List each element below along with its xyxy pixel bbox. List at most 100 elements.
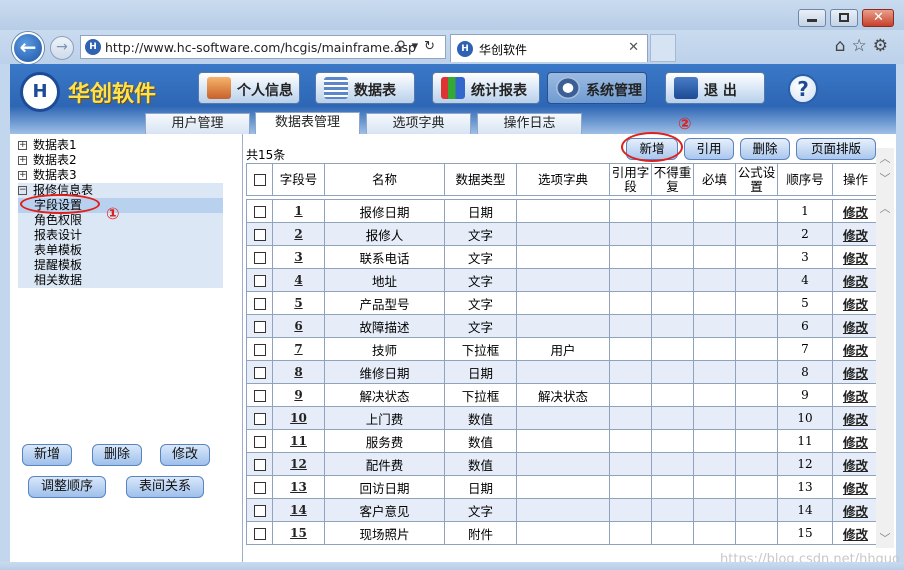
delete-field-button[interactable]: 删除 (740, 138, 790, 160)
row-checkbox-cell[interactable] (246, 406, 273, 430)
refresh-icon[interactable]: ↻ (424, 39, 441, 54)
row-checkbox[interactable] (253, 229, 266, 241)
edit-link[interactable]: 修改 (832, 475, 879, 499)
row-checkbox-cell[interactable] (246, 291, 273, 315)
home-icon[interactable]: ⌂ (835, 36, 852, 56)
tree-delete-button[interactable]: 删除 (92, 444, 142, 466)
row-checkbox-cell[interactable] (246, 383, 273, 407)
edit-link[interactable]: 修改 (832, 383, 879, 407)
cell-field-no[interactable]: 11 (272, 429, 325, 453)
row-checkbox-cell[interactable] (246, 314, 273, 338)
row-checkbox-cell[interactable] (246, 452, 273, 476)
table-row[interactable]: 10 上门费 数值 10 修改 (246, 406, 879, 430)
tree-node-table3[interactable]: + 数据表3 (18, 168, 223, 183)
minimize-button[interactable] (798, 9, 826, 27)
col-required[interactable]: 必填 (693, 163, 736, 196)
expand-icon[interactable]: + (18, 156, 27, 165)
table-row[interactable]: 1 报修日期 日期 1 修改 (246, 199, 879, 223)
table-row[interactable]: 7 技师 下拉框 用户 7 修改 (246, 337, 879, 361)
tab-table-management[interactable]: 数据表管理 (255, 112, 360, 134)
reference-field-button[interactable]: 引用 (684, 138, 734, 160)
row-checkbox-cell[interactable] (246, 268, 273, 292)
table-relations-button[interactable]: 表间关系 (126, 476, 204, 498)
address-bar[interactable]: H http://www.hc-software.com/hcgis/mainf… (80, 35, 446, 59)
nav-logout[interactable]: 退 出 (665, 72, 765, 104)
tab-option-dictionary[interactable]: 选项字典 (366, 113, 471, 134)
col-unique[interactable]: 不得重复 (651, 163, 694, 196)
col-ref-field[interactable]: 引用字段 (609, 163, 652, 196)
nav-system-management[interactable]: 系统管理 (547, 72, 647, 104)
edit-link[interactable]: 修改 (832, 452, 879, 476)
row-checkbox-cell[interactable] (246, 475, 273, 499)
row-checkbox[interactable] (253, 459, 266, 471)
maximize-button[interactable] (830, 9, 858, 27)
row-checkbox-cell[interactable] (246, 337, 273, 361)
row-checkbox[interactable] (253, 298, 266, 310)
cell-field-no[interactable]: 4 (272, 268, 325, 292)
scroll-up-icon[interactable]: ︿ (876, 200, 894, 218)
tree-item-report-design[interactable]: 报表设计 (18, 228, 223, 243)
table-row[interactable]: 13 回访日期 日期 13 修改 (246, 475, 879, 499)
search-icon[interactable]: ⚲ (396, 39, 412, 54)
row-checkbox[interactable] (253, 206, 266, 218)
table-row[interactable]: 3 联系电话 文字 3 修改 (246, 245, 879, 269)
row-checkbox[interactable] (253, 528, 266, 540)
cell-field-no[interactable]: 10 (272, 406, 325, 430)
scroll-down-icon[interactable]: ﹀ (876, 170, 894, 188)
row-checkbox-cell[interactable] (246, 521, 273, 545)
cell-field-no[interactable]: 15 (272, 521, 325, 545)
row-checkbox[interactable] (253, 390, 266, 402)
edit-link[interactable]: 修改 (832, 314, 879, 338)
table-row[interactable]: 5 产品型号 文字 5 修改 (246, 291, 879, 315)
row-checkbox[interactable] (253, 367, 266, 379)
table-row[interactable]: 14 客户意见 文字 14 修改 (246, 498, 879, 522)
table-row[interactable]: 2 报修人 文字 2 修改 (246, 222, 879, 246)
col-action[interactable]: 操作 (832, 163, 879, 196)
help-button[interactable]: ? (788, 74, 818, 104)
nav-statistics-reports[interactable]: 统计报表 (432, 72, 540, 104)
expand-icon[interactable]: + (18, 141, 27, 150)
cell-field-no[interactable]: 7 (272, 337, 325, 361)
row-checkbox-cell[interactable] (246, 199, 273, 223)
table-row[interactable]: 4 地址 文字 4 修改 (246, 268, 879, 292)
edit-link[interactable]: 修改 (832, 429, 879, 453)
cell-field-no[interactable]: 6 (272, 314, 325, 338)
vertical-scrollbar[interactable]: ︿ ﹀ ︿ ﹀ (876, 148, 894, 548)
cell-field-no[interactable]: 8 (272, 360, 325, 384)
back-button[interactable]: ← (12, 32, 44, 64)
edit-link[interactable]: 修改 (832, 245, 879, 269)
col-name[interactable]: 名称 (324, 163, 445, 196)
page-layout-button[interactable]: 页面排版 (796, 138, 876, 160)
nav-personal-info[interactable]: 个人信息 (198, 72, 300, 104)
forward-button[interactable]: → (50, 36, 74, 60)
tree-edit-button[interactable]: 修改 (160, 444, 210, 466)
row-checkbox[interactable] (253, 413, 266, 425)
edit-link[interactable]: 修改 (832, 521, 879, 545)
cell-field-no[interactable]: 3 (272, 245, 325, 269)
scroll-up-icon[interactable]: ︿ (876, 150, 894, 168)
url-text[interactable]: http://www.hc-software.com/hcgis/mainfra… (105, 40, 416, 55)
cell-field-no[interactable]: 9 (272, 383, 325, 407)
nav-data-tables[interactable]: 数据表 (315, 72, 415, 104)
cell-field-no[interactable]: 14 (272, 498, 325, 522)
col-formula[interactable]: 公式设置 (735, 163, 778, 196)
cell-field-no[interactable]: 2 (272, 222, 325, 246)
row-checkbox[interactable] (253, 321, 266, 333)
tree-node-table1[interactable]: + 数据表1 (18, 138, 223, 153)
cell-field-no[interactable]: 5 (272, 291, 325, 315)
settings-gear-icon[interactable]: ⚙ (873, 36, 894, 56)
edit-link[interactable]: 修改 (832, 498, 879, 522)
tab-close-icon[interactable]: ✕ (628, 40, 639, 55)
table-row[interactable]: 6 故障描述 文字 6 修改 (246, 314, 879, 338)
row-checkbox[interactable] (253, 505, 266, 517)
tree-add-button[interactable]: 新增 (22, 444, 72, 466)
edit-link[interactable]: 修改 (832, 268, 879, 292)
row-checkbox-cell[interactable] (246, 245, 273, 269)
table-row[interactable]: 9 解决状态 下拉框 解决状态 9 修改 (246, 383, 879, 407)
tree-item-role-permissions[interactable]: 角色权限 (18, 213, 223, 228)
table-row[interactable]: 8 维修日期 日期 8 修改 (246, 360, 879, 384)
scroll-down-icon[interactable]: ﹀ (876, 530, 894, 548)
row-checkbox-cell[interactable] (246, 429, 273, 453)
cell-field-no[interactable]: 12 (272, 452, 325, 476)
select-all-checkbox[interactable] (253, 174, 266, 186)
